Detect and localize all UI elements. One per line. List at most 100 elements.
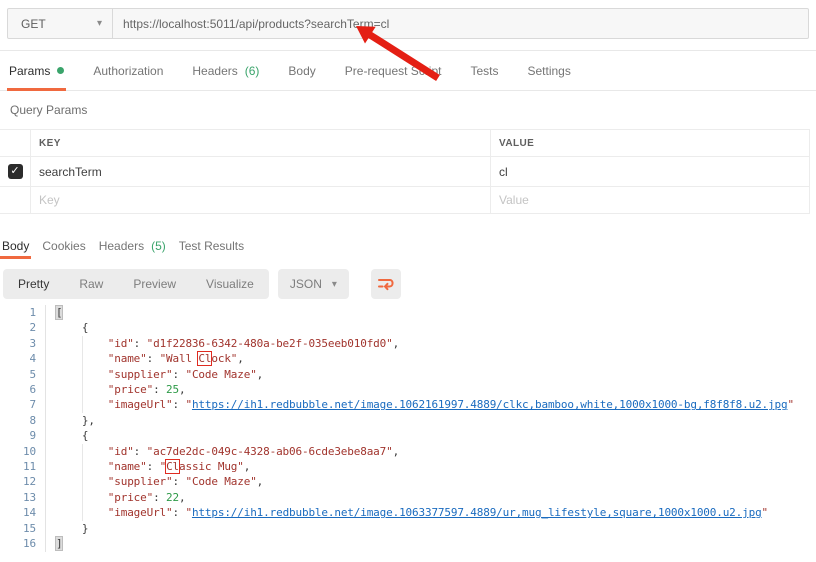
response-tab-cookies[interactable]: Cookies — [42, 234, 85, 258]
url-input[interactable] — [113, 8, 809, 39]
code-token: : — [173, 506, 186, 519]
response-tab-headers[interactable]: Headers (5) — [99, 234, 166, 258]
response-tab-body[interactable]: Body — [2, 234, 29, 258]
code-token: , — [237, 352, 243, 365]
postman-app: { "colors": { "accent_orange": "#f0693f"… — [0, 0, 816, 562]
code-token: "name" — [108, 352, 147, 365]
indent-guide — [82, 336, 83, 413]
param-key-cell[interactable]: searchTerm — [31, 157, 491, 186]
code-line: 3 "id": "d1f22836-6342-480a-be2f-035eeb0… — [0, 336, 816, 351]
code-token: "supplier" — [108, 475, 173, 488]
param-enabled-checkbox[interactable]: ✓ — [8, 164, 23, 179]
tab-label: Authorization — [93, 64, 163, 78]
tab-label: Tests — [470, 64, 498, 78]
code-token: : — [153, 491, 166, 504]
code-lines: 1[2 {3 "id": "d1f22836-6342-480a-be2f-03… — [0, 305, 816, 552]
view-raw[interactable]: Raw — [64, 269, 118, 299]
wrap-text-icon — [376, 275, 396, 293]
view-preview[interactable]: Preview — [118, 269, 191, 299]
method-label: GET — [21, 17, 46, 31]
line-number: 11 — [0, 459, 46, 474]
code-token: 25 — [166, 383, 179, 396]
code-line: 10 "id": "ac7de2dc-049c-4328-ab06-6cde3e… — [0, 444, 816, 459]
tab-count-badge: (5) — [151, 239, 166, 253]
new-param-key-input[interactable] — [39, 193, 482, 207]
tab-tests[interactable]: Tests — [470, 51, 498, 90]
response-body-viewer[interactable]: 1[2 {3 "id": "d1f22836-6342-480a-be2f-03… — [0, 305, 816, 552]
code-token: , — [393, 445, 399, 458]
table-row: ✓ searchTerm cl — [0, 156, 809, 186]
json-url-link[interactable]: https://ih1.redbubble.net/image.10621619… — [192, 398, 787, 411]
code-token: "Wall — [160, 352, 199, 365]
wrap-text-button[interactable] — [371, 269, 401, 299]
json-url-link[interactable]: https://ih1.redbubble.net/image.10633775… — [192, 506, 762, 519]
line-number: 3 — [0, 336, 46, 351]
indent-guide — [82, 444, 83, 521]
response-tabs: Body Cookies Headers (5) Test Results — [2, 234, 816, 258]
method-select[interactable]: GET ▾ — [7, 8, 113, 39]
format-label: JSON — [290, 277, 322, 291]
code-token: }, — [56, 414, 95, 427]
tab-label: Pre-request Script — [345, 64, 442, 78]
code-token: : — [173, 475, 186, 488]
tab-label: Cookies — [42, 239, 85, 253]
code-token: "price" — [108, 491, 153, 504]
code-token: [ — [56, 306, 62, 319]
checkbox-column-header — [0, 130, 31, 156]
code-token: "Code Maze" — [185, 368, 256, 381]
tab-body[interactable]: Body — [288, 51, 315, 90]
line-number: 10 — [0, 444, 46, 459]
code-token: "ac7de2dc-049c-4328-ab06-6cde3ebe8aa7" — [147, 445, 393, 458]
code-token: : — [134, 337, 147, 350]
code-line: 13 "price": 22, — [0, 490, 816, 505]
param-value-cell[interactable]: cl — [491, 157, 809, 186]
code-token: , — [244, 460, 250, 473]
request-tabs: Params Authorization Headers (6) Body Pre-req… — [0, 51, 816, 91]
chevron-down-icon: ▾ — [332, 279, 337, 290]
tab-authorization[interactable]: Authorization — [93, 51, 163, 90]
tab-label: Body — [2, 239, 29, 253]
tab-label: Body — [288, 64, 315, 78]
code-token: : — [147, 460, 160, 473]
code-token: ] — [56, 537, 62, 550]
code-token: assic Mug" — [179, 460, 244, 473]
line-number: 15 — [0, 521, 46, 536]
code-token: , — [393, 337, 399, 350]
code-line: 2 { — [0, 320, 816, 335]
tab-label: Headers — [99, 239, 144, 253]
tab-pre-request-script[interactable]: Pre-request Script — [345, 51, 442, 90]
tab-settings[interactable]: Settings — [528, 51, 571, 90]
tab-label: Headers — [192, 64, 237, 78]
format-select[interactable]: JSON ▾ — [278, 269, 349, 299]
code-line: 8 }, — [0, 413, 816, 428]
tab-headers[interactable]: Headers (6) — [192, 51, 259, 90]
line-number: 8 — [0, 413, 46, 428]
request-url-bar: GET ▾ — [0, 0, 816, 39]
code-token: 22 — [166, 491, 179, 504]
line-number: 14 — [0, 505, 46, 520]
line-number: 12 — [0, 474, 46, 489]
annotation-box: Cl — [198, 352, 211, 365]
tab-params[interactable]: Params — [9, 51, 64, 90]
code-line: 4 "name": "Wall Clock", — [0, 351, 816, 366]
line-number: 13 — [0, 490, 46, 505]
code-line: 7 "imageUrl": "https://ih1.redbubble.net… — [0, 397, 816, 412]
code-line: 14 "imageUrl": "https://ih1.redbubble.ne… — [0, 505, 816, 520]
tab-count-badge: (6) — [245, 64, 260, 78]
query-params-title: Query Params — [10, 103, 816, 119]
table-row-new — [0, 186, 809, 214]
code-line: 9 { — [0, 428, 816, 443]
line-number: 7 — [0, 397, 46, 412]
line-number: 5 — [0, 367, 46, 382]
view-pretty[interactable]: Pretty — [3, 269, 64, 299]
code-line: 15 } — [0, 521, 816, 536]
code-token: "id" — [108, 445, 134, 458]
code-line: 1[ — [0, 305, 816, 320]
new-param-value-input[interactable] — [499, 193, 801, 207]
response-tab-test-results[interactable]: Test Results — [179, 234, 244, 258]
code-token: : — [153, 383, 166, 396]
view-visualize[interactable]: Visualize — [191, 269, 269, 299]
code-token: "name" — [108, 460, 147, 473]
code-token: , — [257, 368, 263, 381]
code-token: , — [179, 491, 185, 504]
